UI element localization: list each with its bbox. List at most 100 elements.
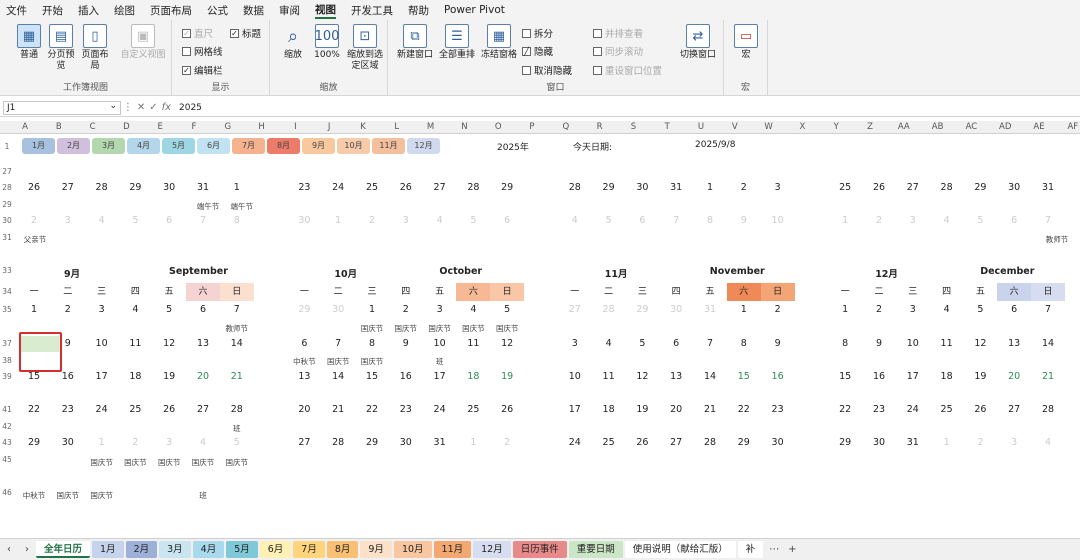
calendar-day[interactable]: 6 [495,215,519,226]
calendar-day[interactable]: 5 [630,338,654,349]
calendar-day[interactable]: 22 [22,404,46,415]
calendar-day[interactable]: 18 [123,371,147,382]
sheet-tab[interactable]: 12月 [473,541,511,558]
calendar-day[interactable]: 21 [698,404,722,415]
calendar-day[interactable]: 2 [56,304,80,315]
calendar-day[interactable]: 1 [326,215,350,226]
calendar-day[interactable]: 28 [461,182,485,193]
calendar-day[interactable]: 31 [901,437,925,448]
calendar-day[interactable]: 4 [597,338,621,349]
calendar-day[interactable]: 22 [360,404,384,415]
calendar-day[interactable]: 26 [157,404,181,415]
row-header[interactable]: 28 [0,183,14,192]
calendar-day[interactable]: 17 [901,371,925,382]
calendar-day[interactable]: 14 [1036,338,1060,349]
gridlines-checkbox[interactable]: 网格线 [182,44,223,58]
calendar-day[interactable]: 30 [157,182,181,193]
month-pill[interactable]: 1月 [22,138,55,154]
calendar-day[interactable]: 26 [394,182,418,193]
calendar-day[interactable]: 5 [495,304,519,315]
calendar-day[interactable]: 14 [225,338,249,349]
calendar-day[interactable]: 27 [563,304,587,315]
calendar-day[interactable]: 25 [935,404,959,415]
formulabar-checkbox[interactable]: ✓ 编辑栏 [182,63,223,77]
calendar-day[interactable]: 28 [225,404,249,415]
column-header[interactable]: S [618,122,648,132]
sheet-tab[interactable]: 11月 [433,541,472,558]
hide-button[interactable]: ╱ 隐藏 [522,44,553,58]
calendar-day[interactable]: 10 [901,338,925,349]
column-header[interactable]: AB [923,122,953,132]
calendar-day[interactable]: 4 [90,215,114,226]
sheet-tab[interactable]: 全年日历 [36,541,91,558]
column-header[interactable]: O [483,122,513,132]
calendar-day[interactable]: 2 [867,215,891,226]
calendar-day[interactable]: 3 [90,304,114,315]
sheet-tab[interactable]: 6月 [259,541,292,558]
column-header[interactable]: K [348,122,378,132]
calendar-day[interactable]: 29 [292,304,316,315]
calendar-day[interactable]: 30 [326,304,350,315]
calendar-day[interactable]: 24 [428,404,452,415]
calendar-day[interactable]: 4 [191,437,215,448]
calendar-day[interactable]: 2 [394,304,418,315]
calendar-day[interactable]: 19 [157,371,181,382]
calendar-day[interactable]: 29 [597,182,621,193]
calendar-day[interactable]: 8 [833,338,857,349]
tab-scroll-left-icon[interactable]: ‹ [0,544,18,555]
calendar-day[interactable]: 14 [698,371,722,382]
calendar-day[interactable]: 30 [630,182,654,193]
menu-item-5[interactable]: 公式 [207,3,228,18]
zoom-button[interactable]: ⌕ 缩放 [276,24,310,61]
sheet-tab[interactable]: 9月 [360,541,392,558]
row-header[interactable]: 29 [0,200,14,209]
menu-item-3[interactable]: 绘图 [114,3,135,18]
calendar-day[interactable]: 4 [935,215,959,226]
calendar-day[interactable]: 1 [833,304,857,315]
sheet-tab[interactable]: 8月 [326,541,359,558]
calendar-day[interactable]: 21 [1036,371,1060,382]
calendar-day[interactable]: 8 [698,215,722,226]
column-header[interactable]: Y [821,122,851,132]
calendar-day[interactable]: 20 [1002,371,1026,382]
calendar-day[interactable]: 28 [698,437,722,448]
row-header[interactable]: 34 [0,287,14,296]
freeze-panes-button[interactable]: ▦ 冻结窗格 [480,24,518,61]
column-header[interactable]: L [382,122,412,132]
month-pill[interactable]: 5月 [162,138,195,154]
calendar-day[interactable]: 22 [833,404,857,415]
calendar-day[interactable]: 1 [833,215,857,226]
calendar-day[interactable]: 27 [191,404,215,415]
zoom-selection-button[interactable]: ⊡ 缩放到选定区域 [344,24,386,72]
calendar-day[interactable]: 30 [1002,182,1026,193]
row-header[interactable]: 43 [0,438,14,447]
menu-item-10[interactable]: 帮助 [408,3,429,18]
headings-checkbox[interactable]: ✓ 标题 [230,26,261,40]
calendar-day[interactable]: 12 [157,338,181,349]
calendar-day[interactable]: 1 [461,437,485,448]
calendar-day[interactable]: 9 [732,215,756,226]
sheet-tab[interactable]: 5月 [226,541,258,558]
calendar-day[interactable]: 29 [630,304,654,315]
calendar-day[interactable]: 28 [1036,404,1060,415]
calendar-day[interactable]: 20 [292,404,316,415]
calendar-day[interactable]: 3 [56,215,80,226]
calendar-day[interactable]: 7 [1036,304,1060,315]
calendar-day[interactable]: 6 [157,215,181,226]
zoom-100-button[interactable]: 100 100% [310,24,344,61]
split-button[interactable]: 拆分 [522,26,553,40]
column-header[interactable]: T [652,122,682,132]
calendar-day[interactable]: 27 [428,182,452,193]
calendar-day[interactable]: 26 [630,437,654,448]
calendar-day[interactable]: 15 [360,371,384,382]
calendar-day[interactable]: 18 [461,371,485,382]
column-header[interactable]: V [720,122,750,132]
column-header[interactable]: F [179,122,209,132]
calendar-day[interactable]: 3 [1002,437,1026,448]
calendar-day[interactable]: 30 [867,437,891,448]
calendar-day[interactable]: 26 [968,404,992,415]
menu-item-7[interactable]: 审阅 [279,3,300,18]
calendar-day[interactable]: 24 [901,404,925,415]
more-tabs-icon[interactable]: ⋯ [765,544,783,555]
month-pill[interactable]: 2月 [57,138,90,154]
